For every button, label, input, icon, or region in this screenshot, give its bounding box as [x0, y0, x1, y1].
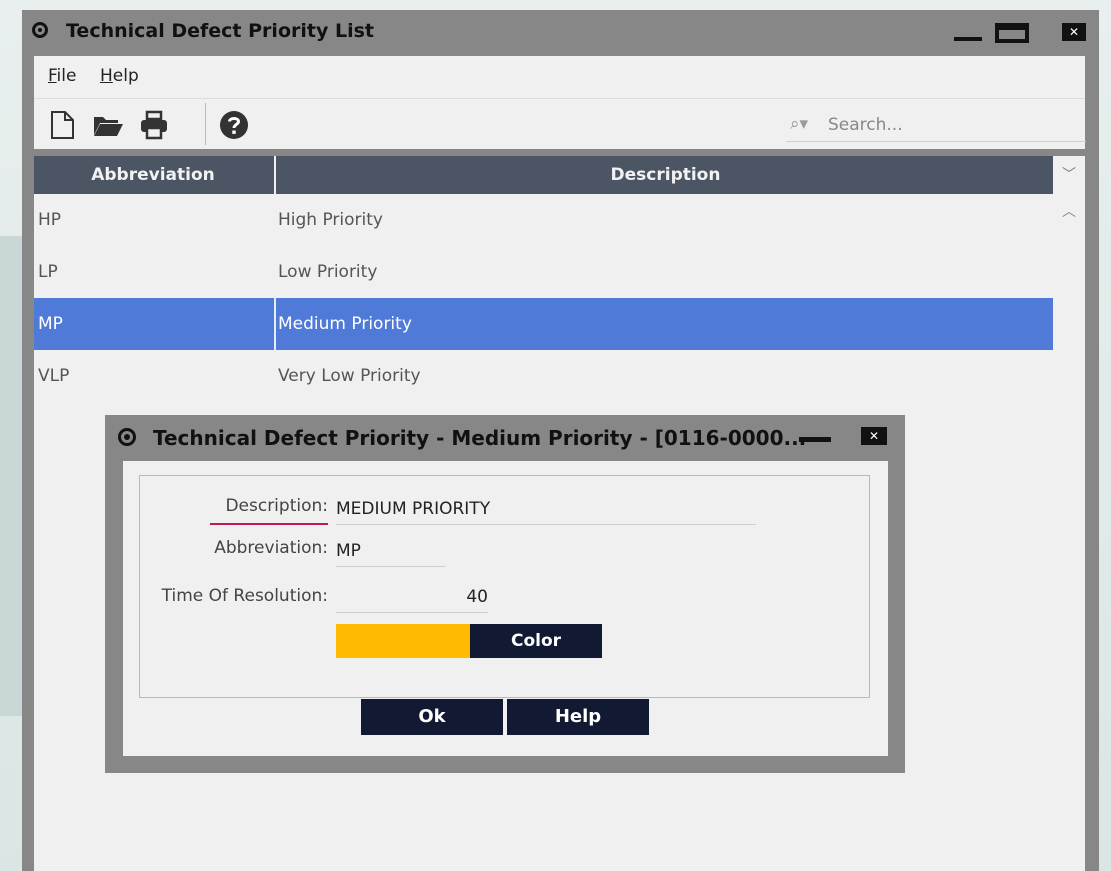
- column-header-description[interactable]: Description: [274, 156, 1055, 194]
- description-label: Description:: [225, 496, 328, 516]
- menu-help[interactable]: Help: [100, 66, 139, 86]
- menu-help-mnemonic: H: [100, 66, 113, 86]
- cell-description: Medium Priority: [278, 314, 412, 334]
- cell-description: Low Priority: [278, 262, 378, 282]
- search-input[interactable]: [826, 109, 1080, 141]
- menu-file-label: ile: [56, 66, 77, 86]
- abbreviation-field[interactable]: MP: [336, 536, 446, 567]
- table-row[interactable]: HP High Priority: [34, 194, 1053, 246]
- menu-file[interactable]: File: [48, 66, 76, 86]
- maximize-button[interactable]: [995, 23, 1029, 43]
- column-header-abbreviation[interactable]: Abbreviation: [34, 156, 272, 194]
- description-field[interactable]: MEDIUM PRIORITY: [336, 494, 756, 525]
- menu-help-label: elp: [112, 66, 139, 86]
- window-title: Technical Defect Priority List: [66, 20, 374, 42]
- color-button[interactable]: Color: [470, 624, 602, 658]
- time-of-resolution-field[interactable]: 40: [336, 582, 488, 613]
- chevron-down-icon[interactable]: ﹀: [1053, 156, 1085, 194]
- color-swatch[interactable]: [336, 624, 470, 658]
- table-row[interactable]: LP Low Priority: [34, 246, 1053, 298]
- close-button[interactable]: ✕: [1062, 23, 1086, 41]
- cell-abbreviation: VLP: [38, 366, 70, 386]
- window-titlebar[interactable]: Technical Defect Priority List ✕: [22, 10, 1099, 56]
- cell-abbreviation: MP: [38, 314, 63, 334]
- toolbar: ⌕▾: [34, 99, 1086, 149]
- toolbar-separator: [205, 103, 206, 145]
- vertical-scrollbar[interactable]: ﹀ ︿: [1053, 156, 1085, 871]
- table-header: Abbreviation Description: [34, 156, 1053, 194]
- priority-detail-dialog: Technical Defect Priority - Medium Prior…: [105, 415, 905, 773]
- search-icon: ⌕▾: [790, 114, 809, 134]
- table-row[interactable]: VLP Very Low Priority: [34, 350, 1053, 402]
- help-button[interactable]: Help: [507, 699, 649, 735]
- required-underline: [210, 523, 328, 525]
- abbreviation-label: Abbreviation:: [214, 538, 328, 558]
- cell-description: High Priority: [278, 210, 383, 230]
- search-box[interactable]: ⌕▾: [786, 109, 1086, 142]
- cell-abbreviation: HP: [38, 210, 62, 230]
- print-icon[interactable]: [138, 109, 170, 141]
- dialog-minimize-button[interactable]: [799, 437, 831, 442]
- minimize-button[interactable]: [952, 23, 984, 43]
- time-of-resolution-label: Time Of Resolution:: [161, 586, 328, 606]
- table-row-selected[interactable]: MP Medium Priority: [34, 298, 1053, 350]
- cell-divider: [274, 298, 276, 350]
- open-folder-icon[interactable]: [92, 109, 124, 141]
- dialog-icon: [118, 428, 136, 446]
- ok-button[interactable]: Ok: [361, 699, 503, 735]
- cell-description: Very Low Priority: [278, 366, 421, 386]
- dialog-body: Description: MEDIUM PRIORITY Abbreviatio…: [123, 461, 888, 756]
- cell-abbreviation: LP: [38, 262, 58, 282]
- new-document-icon[interactable]: [46, 109, 78, 141]
- help-icon[interactable]: [218, 109, 250, 141]
- menu-bar: File Help: [34, 56, 1085, 99]
- dialog-title: Technical Defect Priority - Medium Prior…: [153, 426, 807, 450]
- chevron-up-icon[interactable]: ︿: [1053, 198, 1085, 226]
- fields-panel: Description: MEDIUM PRIORITY Abbreviatio…: [139, 475, 870, 698]
- dialog-close-button[interactable]: ✕: [861, 427, 887, 445]
- window-icon: [32, 22, 48, 38]
- menu-file-mnemonic: F: [48, 66, 57, 86]
